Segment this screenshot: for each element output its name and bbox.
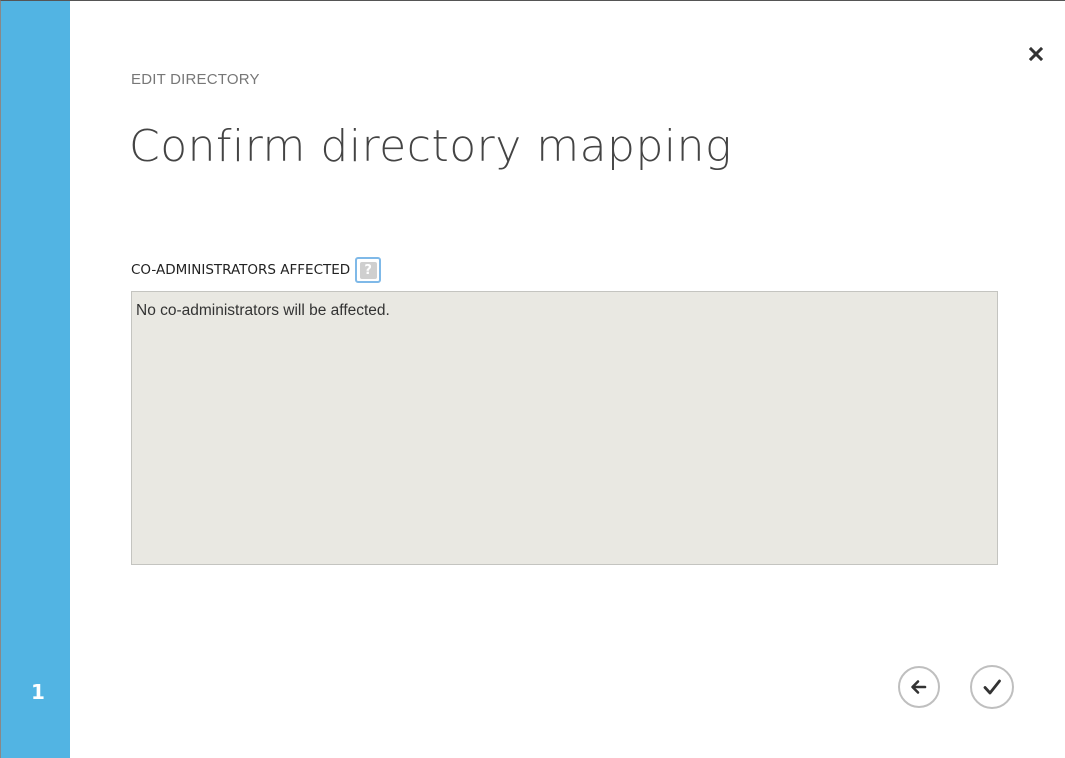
- dialog-subtitle: EDIT DIRECTORY: [131, 71, 260, 88]
- co-administrators-affected-box: No co-administrators will be affected.: [131, 291, 998, 565]
- back-arrow-icon: [911, 680, 927, 694]
- help-button[interactable]: ?: [355, 257, 382, 283]
- co-administrators-field: CO-ADMINISTRATORS AFFECTED ?: [131, 257, 382, 283]
- checkmark-icon: [983, 679, 1001, 695]
- close-icon: [1029, 47, 1043, 61]
- dialog-title: Confirm directory mapping: [129, 121, 732, 172]
- help-icon: ?: [359, 261, 377, 279]
- back-button[interactable]: [898, 666, 940, 708]
- step-number: 1: [31, 680, 45, 704]
- edit-directory-dialog: 1 EDIT DIRECTORY Confirm directory mappi…: [0, 0, 1065, 758]
- complete-button[interactable]: [970, 665, 1014, 709]
- co-administrators-label: CO-ADMINISTRATORS AFFECTED: [131, 262, 351, 278]
- close-button[interactable]: [1025, 43, 1047, 65]
- wizard-step-rail: 1: [1, 1, 70, 758]
- co-administrators-affected-text: No co-administrators will be affected.: [136, 302, 390, 319]
